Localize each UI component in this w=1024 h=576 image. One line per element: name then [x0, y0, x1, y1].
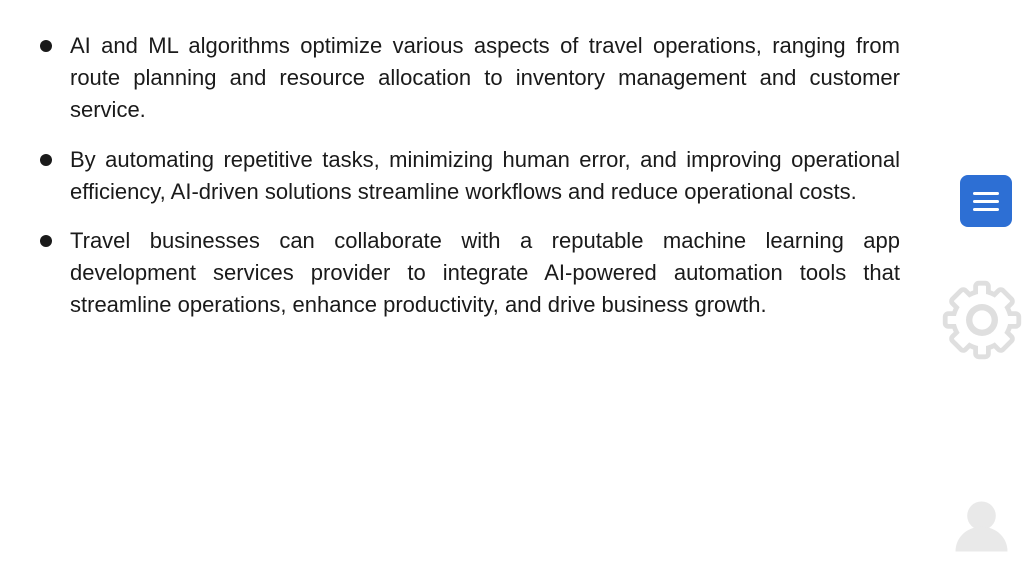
- bullet-text: AI and ML algorithms optimize various as…: [70, 30, 900, 126]
- menu-icon-bar: [973, 200, 999, 203]
- list-item: By automating repetitive tasks, minimizi…: [40, 144, 900, 208]
- bullet-text: By automating repetitive tasks, minimizi…: [70, 144, 900, 208]
- list-item: AI and ML algorithms optimize various as…: [40, 30, 900, 126]
- menu-icon-bar: [973, 192, 999, 195]
- content-area: AI and ML algorithms optimize various as…: [0, 0, 940, 369]
- menu-button[interactable]: [960, 175, 1012, 227]
- bullet-dot: [40, 154, 52, 166]
- bullet-list: AI and ML algorithms optimize various as…: [40, 30, 900, 321]
- bullet-dot: [40, 235, 52, 247]
- list-item: Travel businesses can collaborate with a…: [40, 225, 900, 321]
- gear-icon: [942, 280, 1022, 360]
- menu-icon-bar: [973, 208, 999, 211]
- bullet-text: Travel businesses can collaborate with a…: [70, 225, 900, 321]
- avatar-icon: [949, 493, 1014, 558]
- bullet-dot: [40, 40, 52, 52]
